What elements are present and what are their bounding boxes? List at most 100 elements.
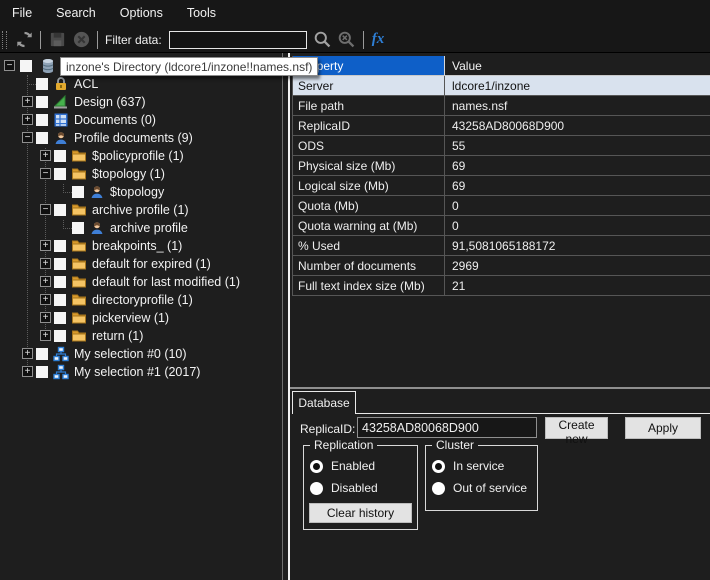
tree-item[interactable]: + My selection #1 (2017) xyxy=(0,363,280,381)
tree-item[interactable]: archive profile xyxy=(0,219,280,237)
refresh-button[interactable] xyxy=(12,29,36,51)
tree-item[interactable]: + return (1) xyxy=(0,327,280,345)
clear-history-button[interactable]: Clear history xyxy=(309,503,412,523)
tree-checkbox[interactable] xyxy=(54,330,66,342)
tree-checkbox[interactable] xyxy=(36,114,48,126)
tree-checkbox[interactable] xyxy=(36,132,48,144)
property-row[interactable]: % Used91,5081065188172 xyxy=(293,236,710,256)
expand-icon[interactable]: + xyxy=(22,366,33,377)
expand-icon[interactable]: + xyxy=(40,240,51,251)
cancel-button[interactable] xyxy=(69,29,93,51)
expand-icon[interactable]: + xyxy=(22,96,33,107)
tree-item[interactable]: +breakpoints_ (1) xyxy=(0,237,280,255)
formula-fx-button[interactable]: fx xyxy=(368,31,389,48)
collapse-icon[interactable]: − xyxy=(40,168,51,179)
tree-item[interactable]: + Design (637) xyxy=(0,93,280,111)
property-row[interactable]: Serverldcore1/inzone xyxy=(293,76,710,96)
menu-item-search[interactable]: Search xyxy=(44,0,108,27)
tree-item-label[interactable]: $policyprofile (1) xyxy=(92,149,184,163)
tree-item-label[interactable]: $topology xyxy=(110,185,164,199)
tree-checkbox[interactable] xyxy=(36,348,48,360)
tree-checkbox[interactable] xyxy=(54,204,66,216)
tree-item[interactable]: − archive profile (1) xyxy=(0,201,280,219)
menu-item-tools[interactable]: Tools xyxy=(175,0,228,27)
tree-item[interactable]: −Profile documents (9) xyxy=(0,129,280,147)
tree-checkbox[interactable] xyxy=(20,60,32,72)
tree-checkbox[interactable] xyxy=(54,312,66,324)
tree-item-label[interactable]: archive profile xyxy=(110,221,188,235)
property-row[interactable]: ReplicaID43258AD80068D900 xyxy=(293,116,710,136)
save-button[interactable] xyxy=(45,29,69,51)
radio-selected-icon[interactable] xyxy=(310,460,323,473)
replication-enabled-option[interactable]: Enabled xyxy=(310,459,375,473)
property-row[interactable]: Full text index size (Mb)21 xyxy=(293,276,710,296)
tree-item-label[interactable]: pickerview (1) xyxy=(92,311,169,325)
cluster-in-service-option[interactable]: In service xyxy=(432,459,504,473)
tree-checkbox[interactable] xyxy=(54,258,66,270)
radio-unselected-icon[interactable] xyxy=(310,482,323,495)
clear-search-button[interactable] xyxy=(335,29,359,51)
tree-item-label[interactable]: archive profile (1) xyxy=(92,203,189,217)
property-row[interactable]: File pathnames.nsf xyxy=(293,96,710,116)
property-row[interactable]: Number of documents2969 xyxy=(293,256,710,276)
apply-button[interactable]: Apply xyxy=(625,417,701,439)
tree-item-label[interactable]: Design (637) xyxy=(74,95,146,109)
expand-icon[interactable]: + xyxy=(40,330,51,341)
tree-checkbox[interactable] xyxy=(36,96,48,108)
tree-item[interactable]: $topology xyxy=(0,183,280,201)
tree-item[interactable]: − $topology (1) xyxy=(0,165,280,183)
property-row[interactable]: Quota (Mb)0 xyxy=(293,196,710,216)
tree-item-label[interactable]: Documents (0) xyxy=(74,113,156,127)
tree-checkbox[interactable] xyxy=(54,294,66,306)
tree-item-label[interactable]: default for last modified (1) xyxy=(92,275,240,289)
tree-item[interactable]: ACL xyxy=(0,75,280,93)
tree-checkbox[interactable] xyxy=(54,240,66,252)
tree-item-label[interactable]: $topology (1) xyxy=(92,167,165,181)
collapse-icon[interactable]: − xyxy=(4,60,15,71)
tree-checkbox[interactable] xyxy=(72,186,84,198)
property-row[interactable]: Quota warning at (Mb)0 xyxy=(293,216,710,236)
tree-item[interactable]: + default for last modified (1) xyxy=(0,273,280,291)
expand-icon[interactable]: + xyxy=(22,114,33,125)
tree-item-label[interactable]: ACL xyxy=(74,77,98,91)
tree-checkbox[interactable] xyxy=(54,276,66,288)
expand-icon[interactable]: + xyxy=(40,294,51,305)
tab-database[interactable]: Database xyxy=(292,391,356,414)
tree-item[interactable]: + $policyprofile (1) xyxy=(0,147,280,165)
tree-item[interactable]: + Documents (0) xyxy=(0,111,280,129)
tree-item[interactable]: +directoryprofile (1) xyxy=(0,291,280,309)
property-row[interactable]: ODS55 xyxy=(293,136,710,156)
cluster-out-of-service-option[interactable]: Out of service xyxy=(432,481,527,495)
tree-item-label[interactable]: My selection #1 (2017) xyxy=(74,365,200,379)
tree-item[interactable]: + My selection #0 (10) xyxy=(0,345,280,363)
property-table-header[interactable]: Property Value xyxy=(293,56,710,76)
tree-checkbox[interactable] xyxy=(54,168,66,180)
bottom-panel-separator[interactable] xyxy=(290,387,710,389)
expand-icon[interactable]: + xyxy=(40,276,51,287)
search-button[interactable] xyxy=(311,29,335,51)
property-row[interactable]: Logical size (Mb)69 xyxy=(293,176,710,196)
menu-item-file[interactable]: File xyxy=(0,0,44,27)
tree-item[interactable]: +default for expired (1) xyxy=(0,255,280,273)
tree-checkbox[interactable] xyxy=(72,222,84,234)
create-new-button[interactable]: Create new xyxy=(545,417,608,439)
tree-item-label[interactable]: return (1) xyxy=(92,329,143,343)
radio-unselected-icon[interactable] xyxy=(432,482,445,495)
tree-item[interactable]: + pickerview (1) xyxy=(0,309,280,327)
tree-item-label[interactable]: Profile documents (9) xyxy=(74,131,193,145)
toolbar-grip[interactable] xyxy=(2,31,7,49)
tree-checkbox[interactable] xyxy=(54,150,66,162)
tree-item-label[interactable]: default for expired (1) xyxy=(92,257,211,271)
expand-icon[interactable]: + xyxy=(40,312,51,323)
expand-icon[interactable]: + xyxy=(40,150,51,161)
value-column-header[interactable]: Value xyxy=(445,56,710,75)
replication-disabled-option[interactable]: Disabled xyxy=(310,481,378,495)
radio-selected-icon[interactable] xyxy=(432,460,445,473)
tree-scrollbar[interactable] xyxy=(282,53,283,580)
expand-icon[interactable]: + xyxy=(22,348,33,359)
property-row[interactable]: Physical size (Mb)69 xyxy=(293,156,710,176)
tree-item-label[interactable]: My selection #0 (10) xyxy=(74,347,187,361)
collapse-icon[interactable]: − xyxy=(40,204,51,215)
menu-item-options[interactable]: Options xyxy=(108,0,175,27)
filter-data-input[interactable] xyxy=(169,31,307,49)
